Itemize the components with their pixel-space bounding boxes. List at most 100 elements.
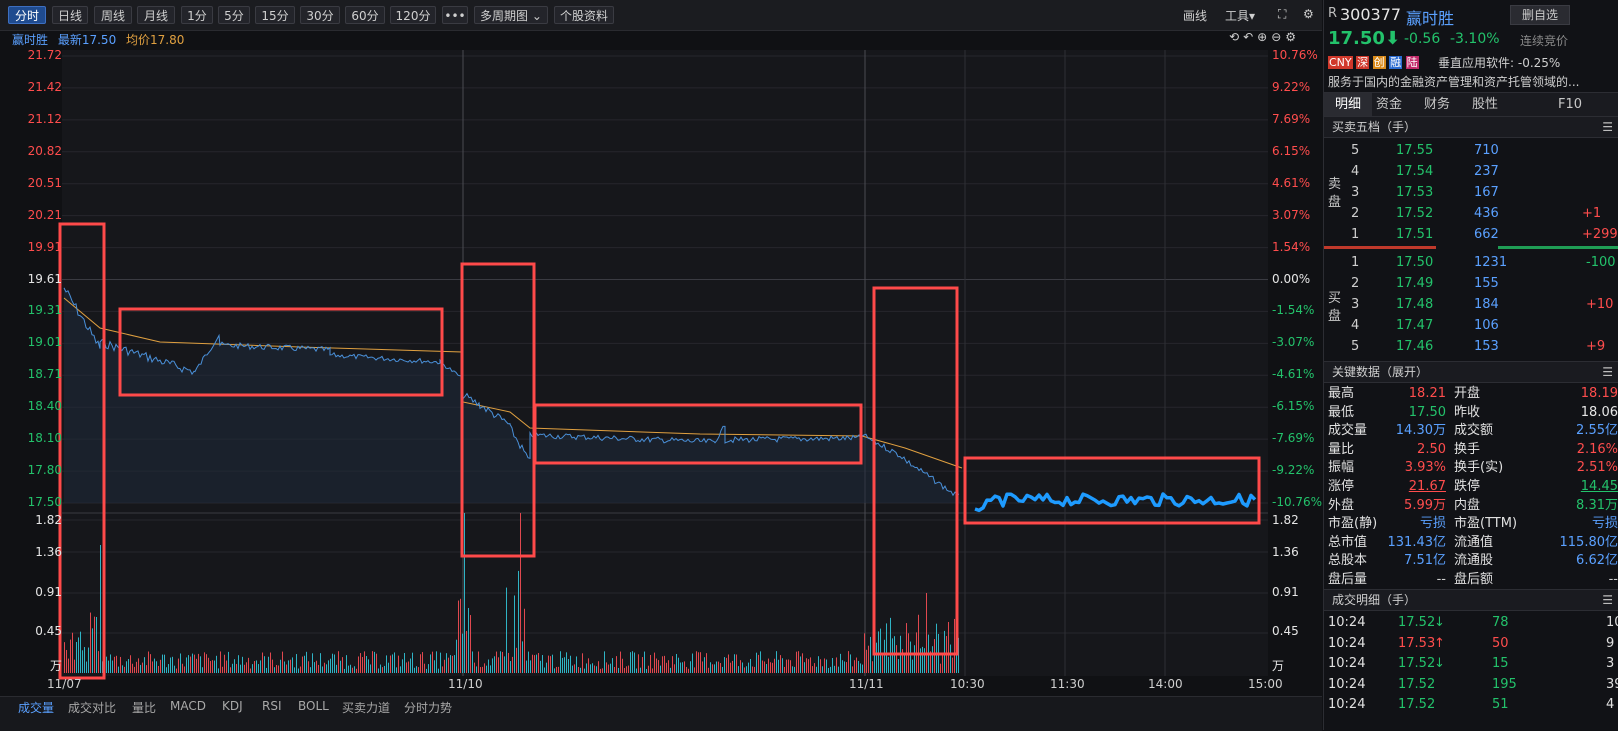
volume-bar	[734, 654, 735, 673]
zoom-in-icon[interactable]: ⊕	[1257, 30, 1271, 44]
bid-level-row[interactable]: 517.46153+9	[1324, 336, 1618, 357]
stock-profile-button[interactable]: 个股资料	[554, 6, 614, 24]
menu-icon[interactable]: ☰	[1602, 590, 1613, 610]
intraday-chart[interactable]	[0, 50, 1322, 696]
tab-capital[interactable]: 资金	[1376, 93, 1402, 116]
period-tab-monthly[interactable]: 月线	[137, 6, 175, 24]
restore-icon[interactable]: ⟲	[1229, 30, 1243, 44]
tab-volume-ratio[interactable]: 量比	[132, 699, 156, 716]
ask-level-row[interactable]: 117.51662+299	[1324, 224, 1618, 245]
period-tab-30min[interactable]: 30分	[300, 6, 340, 24]
trade-time: 10:24	[1328, 653, 1365, 674]
volume-bar	[348, 666, 349, 673]
tab-kdj[interactable]: KDJ	[222, 699, 243, 713]
trade-row[interactable]: 10:2417.5219539	[1324, 674, 1618, 695]
bid-volume: 1231	[1474, 252, 1507, 273]
volume-bar	[304, 656, 305, 673]
trade-row[interactable]: 10:2417.53509↑	[1324, 633, 1618, 654]
volume-bar	[416, 666, 417, 673]
period-tab-1min[interactable]: 1分	[181, 6, 213, 24]
volume-bar	[788, 659, 789, 673]
undo-icon[interactable]: ↶	[1243, 30, 1257, 44]
bid-level-row[interactable]: 417.47106	[1324, 315, 1618, 336]
volume-bar	[154, 659, 155, 673]
tab-volume-compare[interactable]: 成交对比	[68, 699, 116, 716]
remove-watchlist-button[interactable]: 删自选	[1510, 5, 1570, 25]
trade-row[interactable]: 10:2417.527810↓	[1324, 612, 1618, 633]
tab-f10[interactable]: F10	[1558, 93, 1582, 116]
level-number: 2	[1351, 203, 1359, 224]
volume-bar	[392, 654, 393, 673]
period-tab-intraday[interactable]: 分时	[8, 6, 46, 24]
bid-price: 17.47	[1396, 315, 1433, 336]
volume-bar	[618, 668, 619, 673]
volume-bar	[582, 653, 583, 673]
price-tick-right: 9.22%	[1272, 80, 1310, 94]
bid-level-row[interactable]: 117.501231-100	[1324, 252, 1618, 273]
tab-intraday-force[interactable]: 分时力势	[404, 699, 452, 716]
volume-bar	[388, 663, 389, 673]
volume-bar	[802, 653, 803, 673]
ask-level-row[interactable]: 417.54237	[1324, 161, 1618, 182]
tab-stock-nature[interactable]: 股性	[1472, 93, 1498, 116]
volume-bar	[762, 661, 763, 673]
period-tab-120min[interactable]: 120分	[390, 6, 436, 24]
volume-bar	[364, 651, 365, 673]
down-arrow-icon: ⬇	[1385, 28, 1400, 49]
period-tab-weekly[interactable]: 周线	[94, 6, 132, 24]
volume-bar	[882, 654, 883, 673]
volume-bar	[656, 659, 657, 673]
tab-macd[interactable]: MACD	[170, 699, 206, 713]
trade-row[interactable]: 10:2417.52153↓	[1324, 653, 1618, 674]
keydata-title[interactable]: 关键数据（展开）	[1332, 362, 1428, 382]
volume-bar	[480, 667, 481, 673]
ask-level-row[interactable]: 317.53167	[1324, 182, 1618, 203]
menu-icon[interactable]: ☰	[1602, 362, 1613, 382]
menu-icon[interactable]: ☰	[1602, 117, 1613, 137]
period-tab-15min[interactable]: 15分	[255, 6, 295, 24]
draw-line-button[interactable]: 画线	[1183, 7, 1207, 24]
more-periods-button[interactable]: •••	[442, 6, 468, 24]
tools-menu-button[interactable]: 工具▾	[1225, 7, 1255, 24]
bid-level-row[interactable]: 217.49155	[1324, 273, 1618, 294]
multi-period-dropdown[interactable]: 多周期图 ⌄	[474, 6, 548, 24]
volume-bar	[180, 653, 181, 673]
ask-price: 17.51	[1396, 224, 1433, 245]
settings-icon[interactable]: ⚙	[1303, 7, 1314, 21]
volume-bar	[720, 663, 721, 673]
volume-bar	[132, 664, 133, 673]
tab-finance[interactable]: 财务	[1424, 93, 1450, 116]
company-description[interactable]: 服务于国内的金融资产管理和资产托管领域的...	[1328, 73, 1618, 90]
volume-bar	[286, 665, 287, 673]
gear-icon[interactable]: ⚙	[1285, 30, 1300, 44]
tab-buy-sell-force[interactable]: 买卖力道	[342, 699, 390, 716]
volume-bar	[760, 651, 761, 673]
tab-rsi[interactable]: RSI	[262, 699, 282, 713]
period-tab-60min[interactable]: 60分	[345, 6, 385, 24]
volume-bar	[572, 666, 573, 673]
volume-bar	[244, 665, 245, 673]
volume-bar	[624, 668, 625, 673]
ask-price: 17.54	[1396, 161, 1433, 182]
sector-info[interactable]: 垂直应用软件: -0.25%	[1438, 54, 1560, 71]
price-tick-right: 6.15%	[1272, 144, 1310, 158]
trade-row[interactable]: 10:2417.52514	[1324, 694, 1618, 715]
ask-level-row[interactable]: 217.52436+1	[1324, 203, 1618, 224]
volume-bar	[744, 667, 745, 673]
zoom-out-icon[interactable]: ⊖	[1271, 30, 1285, 44]
period-tab-5min[interactable]: 5分	[218, 6, 250, 24]
fullscreen-icon[interactable]: ⛶	[1278, 7, 1286, 22]
volume-bar	[732, 661, 733, 673]
volume-bar	[620, 652, 621, 673]
volume-bar	[896, 645, 897, 673]
tab-detail[interactable]: 明细	[1324, 93, 1372, 116]
period-tab-daily[interactable]: 日线	[52, 6, 88, 24]
ask-price: 17.55	[1396, 140, 1433, 161]
volume-bar	[588, 658, 589, 673]
tab-boll[interactable]: BOLL	[298, 699, 329, 713]
ask-level-row[interactable]: 517.55710	[1324, 140, 1618, 161]
volume-bar	[742, 662, 743, 673]
bid-level-row[interactable]: 317.48184+10	[1324, 294, 1618, 315]
tab-volume[interactable]: 成交量	[18, 699, 54, 716]
sell-strength-bar	[1324, 246, 1436, 249]
